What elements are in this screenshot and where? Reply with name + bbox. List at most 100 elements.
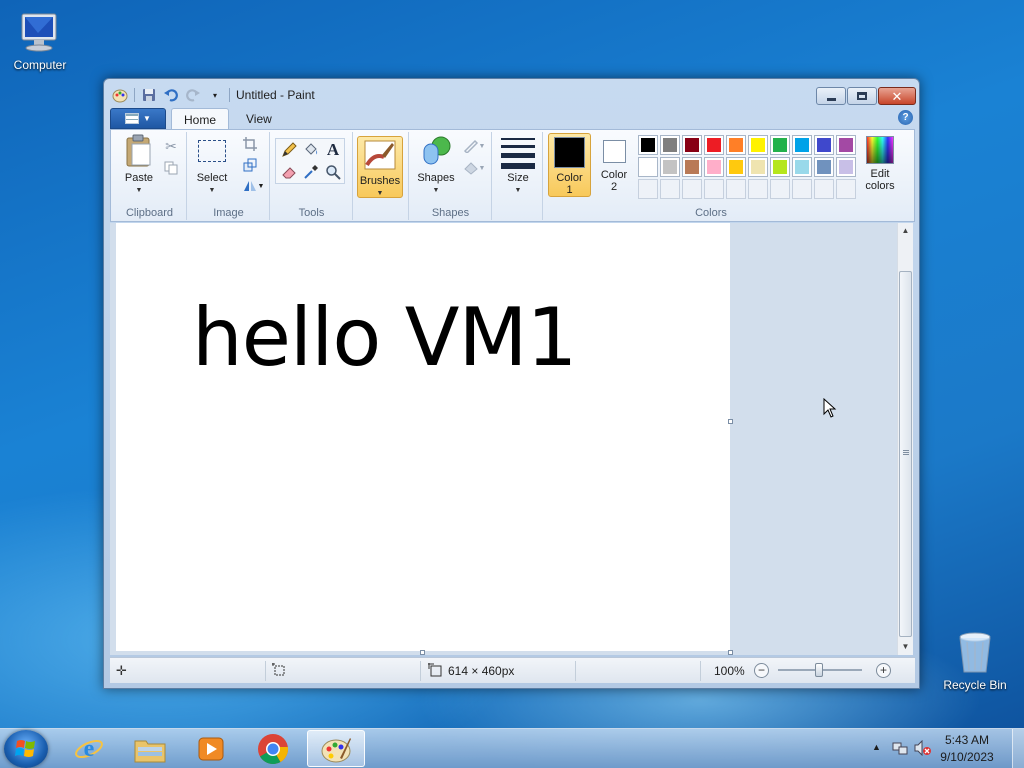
zoom-slider-thumb[interactable] (815, 663, 823, 677)
palette-color-swatch[interactable] (770, 135, 790, 155)
palette-color-swatch[interactable] (682, 135, 702, 155)
show-hidden-icons-icon[interactable]: ▲ (872, 742, 881, 752)
palette-color-swatch[interactable] (704, 157, 724, 177)
paste-button[interactable]: Paste ▼ (119, 134, 159, 197)
clock-date[interactable]: 9/10/2023 (932, 750, 1002, 764)
palette-color-swatch[interactable] (814, 157, 834, 177)
palette-custom-slot[interactable] (836, 179, 856, 199)
palette-custom-slot[interactable] (814, 179, 834, 199)
title-bar[interactable]: ▾ Untitled - Paint ✕ (104, 79, 919, 109)
taskbar-media-player[interactable] (182, 730, 240, 767)
palette-color-swatch[interactable] (814, 135, 834, 155)
palette-custom-slot[interactable] (792, 179, 812, 199)
palette-color-swatch[interactable] (660, 157, 680, 177)
palette-color-swatch[interactable] (748, 157, 768, 177)
drawing-canvas[interactable]: hello VM1 (116, 223, 730, 651)
palette-color-swatch[interactable] (660, 135, 680, 155)
eraser-tool[interactable] (279, 162, 299, 182)
palette-color-swatch[interactable] (836, 157, 856, 177)
select-button[interactable]: Select ▼ (192, 134, 232, 197)
start-button[interactable] (4, 730, 48, 768)
palette-color-swatch[interactable] (836, 135, 856, 155)
save-icon[interactable] (141, 87, 157, 103)
fill-button[interactable]: ▼ (460, 158, 488, 178)
swatch-fill (795, 160, 809, 174)
show-desktop-button[interactable] (1012, 729, 1024, 768)
scroll-down-icon[interactable]: ▼ (898, 639, 913, 655)
palette-color-swatch[interactable] (726, 135, 746, 155)
palette-color-swatch[interactable] (748, 135, 768, 155)
canvas-area[interactable]: hello VM1 (110, 223, 897, 655)
menu-icon (125, 113, 140, 124)
palette-custom-slot[interactable] (682, 179, 702, 199)
palette-color-swatch[interactable] (792, 135, 812, 155)
minimize-button[interactable] (816, 87, 846, 105)
palette-color-swatch[interactable] (726, 157, 746, 177)
customize-qat-icon[interactable]: ▾ (207, 87, 223, 103)
palette-color-swatch[interactable] (770, 157, 790, 177)
zoom-out-button[interactable]: − (754, 663, 769, 678)
edit-colors-icon (866, 136, 894, 164)
taskbar-chrome[interactable] (244, 730, 302, 767)
clipboard-group: Paste ▼ ✂ Clipboard (113, 132, 187, 220)
outline-button[interactable]: ▼ (460, 136, 488, 156)
taskbar-file-explorer[interactable] (121, 730, 179, 767)
group-label: Shapes (431, 207, 470, 219)
shapes-button[interactable]: Shapes ▼ (416, 134, 456, 197)
desktop-icon-computer[interactable]: Computer (0, 8, 80, 72)
tab-home[interactable]: Home (171, 108, 230, 130)
zoom-in-button[interactable]: + (876, 663, 891, 678)
color2-button[interactable]: Color 2 (594, 133, 634, 197)
taskbar: e ▲ 5:43 AM 9/10/2023 (0, 728, 1024, 768)
copy-button[interactable] (161, 158, 181, 178)
media-player-icon (198, 737, 224, 760)
taskbar-internet-explorer[interactable]: e (60, 730, 118, 767)
palette-color-swatch[interactable] (704, 135, 724, 155)
restore-button[interactable] (847, 87, 877, 105)
color1-button[interactable]: Color 1 (548, 133, 591, 197)
network-icon[interactable] (892, 740, 908, 759)
taskbar-paint[interactable] (307, 730, 365, 767)
folder-icon (134, 740, 166, 762)
resize-button[interactable] (240, 155, 260, 175)
palette-custom-slot[interactable] (660, 179, 680, 199)
tab-view[interactable]: View (234, 108, 284, 130)
color-picker-tool[interactable] (301, 162, 321, 182)
resize-handle-bottom[interactable] (420, 650, 425, 655)
rotate-button[interactable]: ▼ (240, 176, 266, 196)
magnifier-tool[interactable] (323, 162, 343, 182)
clock-time[interactable]: 5:43 AM (932, 733, 1002, 747)
paint-menu-button[interactable]: ▼ (110, 108, 166, 129)
scroll-up-icon[interactable]: ▲ (898, 223, 913, 239)
pencil-tool[interactable] (279, 140, 299, 160)
palette-custom-slot[interactable] (704, 179, 724, 199)
palette-custom-slot[interactable] (770, 179, 790, 199)
scrollbar-thumb[interactable] (899, 271, 912, 637)
resize-handle-right[interactable] (728, 419, 733, 424)
palette-color-swatch[interactable] (638, 135, 658, 155)
palette-color-swatch[interactable] (682, 157, 702, 177)
help-icon[interactable]: ? (898, 110, 913, 125)
palette-custom-slot[interactable] (638, 179, 658, 199)
undo-icon[interactable] (163, 87, 179, 103)
palette-custom-slot[interactable] (748, 179, 768, 199)
edit-colors-button[interactable]: Edit colors (862, 134, 898, 198)
resize-handle-corner[interactable] (728, 650, 733, 655)
palette-color-swatch[interactable] (792, 157, 812, 177)
volume-muted-icon[interactable] (914, 739, 932, 759)
paint-app-icon[interactable] (112, 87, 128, 103)
redo-icon[interactable] (185, 87, 201, 103)
palette-color-swatch[interactable] (638, 157, 658, 177)
size-button[interactable]: Size ▼ (498, 134, 538, 197)
fill-tool[interactable] (301, 140, 321, 160)
cut-button[interactable]: ✂ (161, 136, 181, 156)
text-tool[interactable]: A (323, 140, 343, 160)
brushes-button[interactable]: Brushes ▼ (357, 136, 403, 198)
zoom-slider[interactable] (778, 663, 862, 677)
palette-custom-slot[interactable] (726, 179, 746, 199)
crop-button[interactable] (240, 134, 260, 154)
desktop-icon-recycle-bin[interactable]: Recycle Bin (935, 628, 1015, 692)
close-button[interactable]: ✕ (878, 87, 916, 105)
vertical-scrollbar[interactable]: ▲ ▼ (897, 223, 913, 655)
windows-logo-icon (15, 740, 35, 757)
